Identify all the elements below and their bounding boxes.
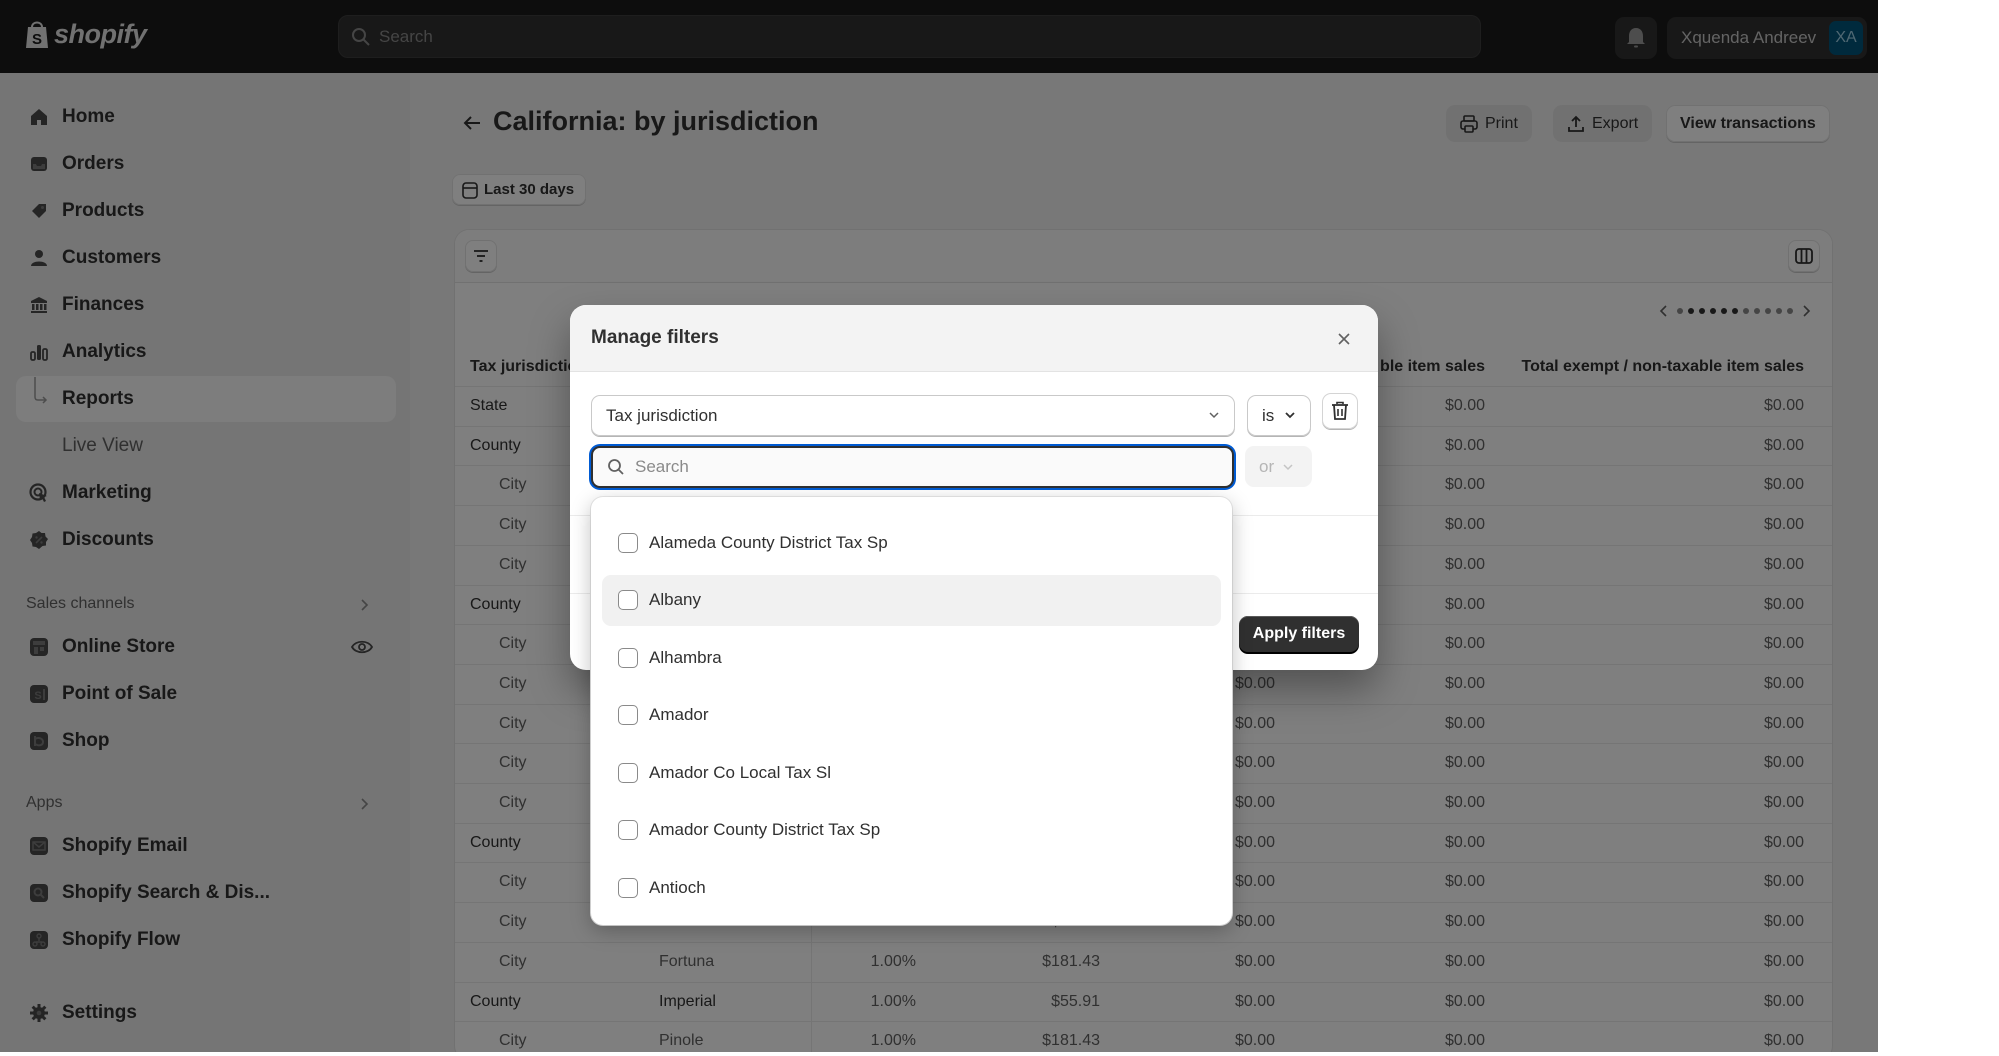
trash-icon <box>1332 401 1348 420</box>
filter-field-select[interactable]: Tax jurisdiction <box>591 395 1235 436</box>
close-icon <box>1338 333 1350 345</box>
close-button[interactable] <box>1330 325 1358 353</box>
modal-backdrop-topbar <box>0 0 1878 73</box>
option-label: Alhambra <box>649 647 722 667</box>
option-label: Antioch <box>649 877 706 897</box>
chevron-down-icon <box>1283 463 1293 470</box>
option-label: Amador County District Tax Sp <box>649 820 881 839</box>
operator-select[interactable]: is <box>1247 395 1311 436</box>
modal-title: Manage filters <box>591 327 719 348</box>
jurisdiction-search-field[interactable] <box>591 446 1234 488</box>
option-item[interactable]: Albany <box>602 574 1221 626</box>
modal-header: Manage filters <box>570 305 1378 372</box>
checkbox[interactable] <box>618 647 638 668</box>
option-label: Amador <box>649 705 709 724</box>
option-item[interactable]: Amador Co Local Tax Sl <box>602 747 1221 798</box>
search-icon <box>608 459 624 475</box>
checkbox[interactable] <box>618 877 638 898</box>
checkbox[interactable] <box>618 820 638 840</box>
option-item[interactable]: Amador County District Tax Sp <box>602 805 1221 856</box>
checkbox[interactable] <box>618 762 638 783</box>
chevron-down-icon <box>1285 412 1295 419</box>
option-label: Amador Co Local Tax Sl <box>649 762 832 782</box>
app-window: S shopify Search Xquenda Andreev XA Home… <box>0 0 1878 1052</box>
option-item[interactable]: Amador <box>602 690 1221 741</box>
operator-value: is <box>1262 405 1275 425</box>
option-item[interactable]: Antioch <box>602 862 1221 913</box>
jurisdiction-search-input[interactable] <box>635 457 1195 477</box>
join-operator-value: or <box>1259 456 1275 476</box>
join-operator-select[interactable]: or <box>1245 446 1312 487</box>
option-item[interactable]: Alameda County District Tax Sp <box>602 517 1221 568</box>
checkbox[interactable] <box>618 705 638 725</box>
chevron-down-icon <box>1209 412 1219 419</box>
filter-field-value: Tax jurisdiction <box>606 405 718 425</box>
jurisdiction-options-list: Alameda County District Tax Sp Albany Alha… <box>591 497 1232 925</box>
checkbox[interactable] <box>618 590 638 610</box>
option-label: Alameda County District Tax Sp <box>649 532 888 552</box>
checkbox[interactable] <box>618 532 638 553</box>
delete-filter-button[interactable] <box>1322 393 1358 429</box>
option-label: Albany <box>649 590 701 609</box>
option-item[interactable]: Alhambra <box>602 632 1221 683</box>
apply-filters-button[interactable]: Apply filters <box>1239 616 1359 652</box>
